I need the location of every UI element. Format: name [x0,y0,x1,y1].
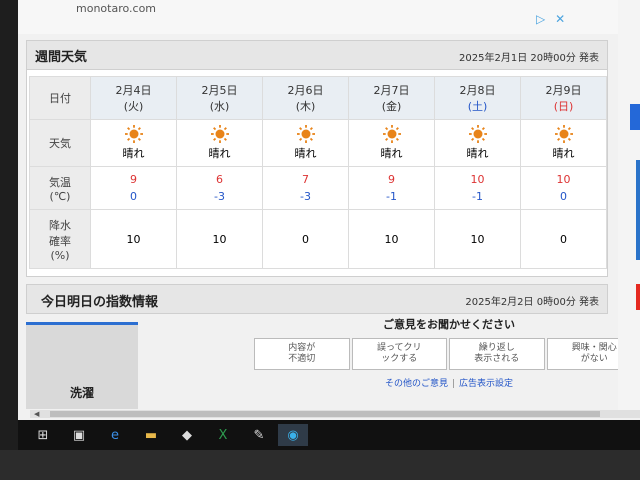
row-label-date: 日付 [29,76,91,120]
windows-start-icon[interactable]: ⊞ [32,424,54,446]
precip-cell: 10 [434,209,521,269]
edge-icon[interactable]: ◉ [278,424,308,446]
laundry-label: 洗濯 [69,386,94,400]
sun-icon [554,125,573,143]
ad-banner[interactable]: monotaro.com ▷ ✕ [18,0,640,34]
temp-cell: 90 [90,166,177,210]
right-sidebar [618,0,640,410]
precip-row: 降水 確率 (%) 10 10 0 10 10 0 [29,209,607,269]
index-issued: 2025年2月2日 0時00分 発表 [465,297,599,308]
weekly-title: 週間天気 [35,50,88,65]
weekly-header: 週間天気 2025年2月1日 20時00分 発表 [27,41,607,70]
row-label-precip: 降水 確率 (%) [29,209,91,269]
date-cell: 2月9日 (日) [520,76,607,120]
taskbar: ⊞ ▣ e ▬ ◆ X ✎ ◉ [18,420,640,450]
sun-icon [296,125,315,143]
temperature-row: 気温 (℃) 90 6 -3 7 -3 9 -1 10 -1 10 0 [29,166,607,210]
weather-cell: 晴れ [520,119,607,167]
sun-icon [210,125,229,143]
date-cell: 2月4日 (火) [90,76,177,120]
temp-cell: 9 -1 [348,166,435,210]
scrollbar-thumb[interactable] [50,411,600,417]
app-icon[interactable]: ◆ [176,424,198,446]
row-label-temp: 気温 (℃) [29,166,91,210]
feedback-misclick-button[interactable]: 誤ってクリ ックする [351,338,447,370]
ad-settings-link[interactable]: 広告表示設定 [459,379,513,389]
weather-cell: 晴れ [434,119,521,167]
ad-choices-icon[interactable]: ▷ [536,12,545,26]
weekly-table: 日付 2月4日 (火) 2月5日 (水) 2月6日 (木) 2月7日 (金) 2月8日(… [29,76,607,269]
scroll-left-icon[interactable]: ◀ [34,410,39,418]
precip-cell: 0 [520,209,607,269]
sidebar-blue-block[interactable] [630,104,640,130]
feedback-links: その他のご意見 | 広告表示設定 [254,376,640,389]
browser-viewport: monotaro.com ▷ ✕ 週間天気 2025年2月1日 20時00分 発… [18,0,640,420]
weather-cell: 晴れ [348,119,435,167]
precip-cell: 10 [90,209,177,269]
weather-cell: 晴れ [262,119,349,167]
temp-cell: 7 -3 [262,166,349,210]
paint-icon[interactable]: ✎ [248,424,270,446]
sun-icon [382,125,401,143]
other-feedback-link[interactable]: その他のご意見 [385,379,448,389]
precip-cell: 10 [176,209,263,269]
sidebar-red-block[interactable] [636,284,640,310]
date-row: 日付 2月4日 (火) 2月5日 (水) 2月6日 (木) 2月7日 (金) 2月8日(… [29,76,607,120]
date-cell: 2月7日 (金) [348,76,435,120]
laundry-index-card[interactable]: 洗濯 [26,322,138,409]
feedback-inappropriate-button[interactable]: 内容が 不適切 [254,338,350,370]
precip-cell: 0 [262,209,349,269]
sun-icon [124,125,143,143]
feedback-title: ご意見をお聞かせください [383,318,515,331]
monitor-bezel [0,450,640,480]
horizontal-scrollbar[interactable]: ◀ [30,410,640,418]
row-label-weather: 天気 [29,119,91,167]
temp-cell: 10 -1 [434,166,521,210]
weekly-weather-panel: 週間天気 2025年2月1日 20時00分 発表 日付 2月4日 (火) 2月5日… [26,40,608,277]
feedback-repeated-button[interactable]: 繰り返し 表示される [449,338,545,370]
file-explorer-icon[interactable]: ▣ [68,424,90,446]
ad-controls: ▷ ✕ [536,12,571,26]
date-cell: 2月8日 (土) [434,76,521,120]
excel-icon[interactable]: X [212,424,234,446]
close-icon[interactable]: ✕ [555,12,565,26]
index-title: 今日明日の指数情報 [41,295,159,310]
sun-icon [468,125,487,143]
date-cell: 2月6日 (木) [262,76,349,120]
date-cell: 2月5日 (水) [176,76,263,120]
folder-icon[interactable]: ▬ [140,424,162,446]
internet-explorer-icon[interactable]: e [104,424,126,446]
precip-cell: 10 [348,209,435,269]
temp-cell: 10 0 [520,166,607,210]
temp-cell: 6 -3 [176,166,263,210]
monitor: monotaro.com ▷ ✕ 週間天気 2025年2月1日 20時00分 発… [0,0,640,480]
weather-cell: 晴れ [176,119,263,167]
sidebar-blue-banner[interactable] [636,160,640,260]
index-header: 今日明日の指数情報 2025年2月2日 0時00分 発表 [26,284,608,314]
link-separator: | [451,379,456,389]
weather-cell: 晴れ [90,119,177,167]
feedback-buttons: 内容が 不適切 誤ってクリ ックする 繰り返し 表示される 興味・関心 がない [254,338,640,370]
weather-row: 天気 晴れ 晴れ 晴れ 晴れ 晴れ 晴れ [29,119,607,167]
weekly-issued: 2025年2月1日 20時00分 発表 [459,53,599,64]
ad-url[interactable]: monotaro.com [76,2,156,15]
ad-feedback-panel: ご意見をお聞かせください 内容が 不適切 誤ってクリ ックする 繰り返し 表示される … [254,316,640,396]
